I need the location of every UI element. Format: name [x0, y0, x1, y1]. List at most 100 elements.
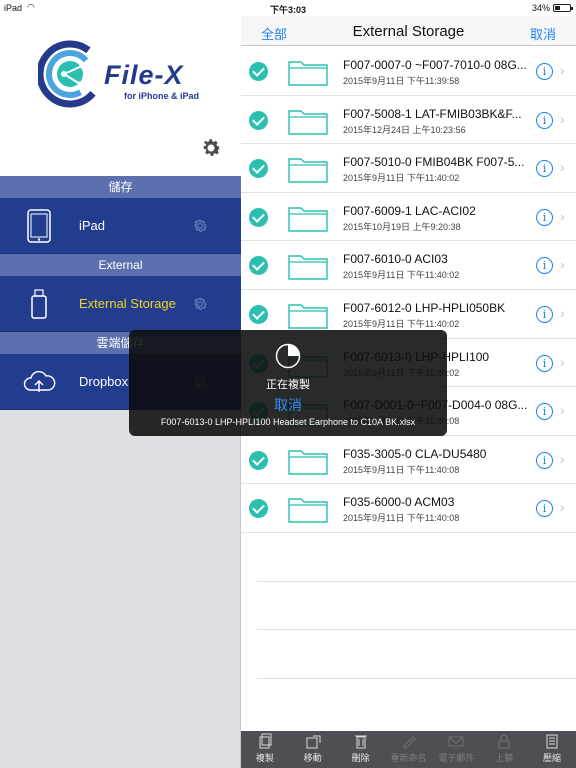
folder-icon [288, 58, 328, 86]
move-icon [306, 735, 321, 749]
empty-row [257, 630, 576, 679]
brand-name: File-X [104, 60, 184, 90]
file-name: F007-5010-0 FMIB04BK F007-5... [343, 155, 525, 170]
section-header-external: External [0, 254, 241, 276]
file-name: F007-6009-1 LAC-ACI02 [343, 203, 476, 218]
mail-icon [448, 736, 464, 747]
chevron-right-icon[interactable]: › [560, 305, 565, 321]
status-bar: iPad ◠ 下午3:03 34% [0, 0, 576, 16]
usb-drive-icon [31, 289, 47, 319]
sidebar-item-label: External Storage [79, 296, 176, 311]
toolbar-label: 電子郵件 [438, 753, 475, 763]
folder-icon [288, 155, 328, 183]
checkmark-icon[interactable] [249, 304, 268, 324]
toolbar-label: 複製 [255, 753, 274, 763]
info-icon[interactable]: i [536, 451, 553, 469]
file-row[interactable]: F035-6000-0 ACM03 2015年9月11日 下午11:40:08 i › [241, 484, 576, 533]
file-name: F007-6010-0 ACI03 [343, 252, 448, 267]
toolbar-label: 移動 [303, 753, 322, 763]
chevron-right-icon[interactable]: › [560, 159, 565, 175]
copy-progress-dialog: 正在複製 取消 F007-6013-0 LHP-HPLI100 Headset … [129, 330, 447, 436]
file-row[interactable]: F035-3005-0 CLA-DU5480 2015年9月11日 下午11:40… [241, 436, 576, 485]
toolbar-label: 上鎖 [495, 753, 514, 763]
info-icon[interactable]: i [536, 403, 553, 421]
file-date: 2015年9月11日 下午11:40:02 [343, 270, 460, 281]
ipad-icon [27, 209, 51, 243]
toolbar-button-rename[interactable]: 重新命名 [389, 733, 429, 764]
navigation-bar: 全部 External Storage 取消 [241, 16, 576, 46]
toolbar-button-lock[interactable]: 上鎖 [484, 733, 524, 764]
toolbar-button-mail[interactable]: 電子郵件 [436, 733, 476, 764]
info-icon[interactable]: i [536, 160, 553, 178]
file-date: 2015年10月19日 上午9:20:38 [343, 221, 461, 232]
file-row[interactable]: F007-6009-1 LAC-ACI02 2015年10月19日 上午9:20:… [241, 193, 576, 242]
toolbar-button-move[interactable]: 移動 [293, 733, 333, 764]
external-settings-gear-icon[interactable] [192, 296, 208, 312]
info-icon[interactable]: i [536, 354, 553, 372]
file-name: F007-0007-0 ~F007-7010-0 08G... [343, 58, 527, 72]
toolbar-button-trash[interactable]: 刪除 [341, 733, 381, 764]
info-icon[interactable]: i [536, 500, 553, 518]
chevron-right-icon[interactable]: › [560, 354, 565, 370]
checkmark-icon[interactable] [249, 499, 268, 519]
checkmark-icon[interactable] [249, 450, 268, 470]
folder-icon [288, 252, 328, 281]
chevron-right-icon[interactable]: › [560, 451, 565, 467]
folder-icon [288, 447, 328, 475]
lock-icon [498, 734, 510, 749]
checkmark-icon[interactable] [249, 159, 268, 179]
info-icon[interactable]: i [536, 63, 553, 80]
toolbar-button-compress[interactable]: 壓縮 [532, 733, 572, 764]
folder-icon [288, 301, 328, 329]
toolbar-button-copy[interactable]: 複製 [245, 733, 285, 764]
compress-icon [546, 734, 558, 749]
info-icon[interactable]: i [536, 257, 553, 275]
folder-icon [288, 495, 328, 524]
file-name: F007-6012-0 LHP-HPLI050BK [343, 300, 506, 315]
file-date: 2015年12月24日 上午10:23:56 [343, 124, 466, 135]
brand-tagline: for iPhone & iPad [124, 91, 200, 101]
file-row[interactable]: F007-0007-0 ~F007-7010-0 08G... 2015年9月11… [241, 47, 576, 96]
page-title: External Storage [352, 23, 465, 40]
chevron-right-icon[interactable]: › [560, 402, 565, 418]
file-date: 2015年9月11日 下午11:40:02 [343, 173, 460, 184]
trash-icon [354, 735, 367, 749]
copying-filename: F007-6013-0 LHP-HPLI100 Headset Earphone… [160, 417, 416, 427]
file-row[interactable]: F007-5010-0 FMIB04BK F007-5... 2015年9月11日… [241, 144, 576, 193]
sidebar-item-ipad[interactable]: iPad [0, 198, 241, 254]
sidebar-item-external-storage[interactable]: External Storage [0, 276, 241, 332]
ipad-settings-gear-icon[interactable] [192, 218, 208, 234]
rename-icon [403, 736, 416, 749]
chevron-right-icon[interactable]: › [560, 62, 565, 78]
progress-pie-icon [275, 343, 301, 369]
chevron-right-icon[interactable]: › [560, 208, 565, 224]
cancel-button[interactable]: 取消 [530, 24, 556, 43]
chevron-right-icon[interactable]: › [560, 256, 565, 272]
file-date: 2015年9月11日 下午11:39:58 [343, 76, 460, 86]
copy-cancel-button[interactable]: 取消 [129, 395, 447, 415]
chevron-right-icon[interactable]: › [560, 111, 565, 127]
folder-icon [288, 107, 328, 135]
chevron-right-icon[interactable]: › [560, 499, 565, 515]
file-date: 2015年9月11日 下午11:40:02 [343, 318, 460, 329]
file-name: F007-5008-1 LAT-FMIB03BK&F... [343, 106, 522, 121]
empty-row [257, 533, 576, 582]
bottom-toolbar: 複製 移動 刪除 重新命名 電子郵件 上鎖 壓縮 [241, 731, 576, 768]
checkmark-icon[interactable] [249, 207, 268, 227]
settings-gear-icon[interactable] [199, 136, 223, 160]
info-icon[interactable]: i [536, 208, 553, 226]
file-row[interactable]: F007-6010-0 ACI03 2015年9月11日 下午11:40:02 i › [241, 241, 576, 290]
info-icon[interactable]: i [536, 305, 553, 323]
battery-icon [553, 4, 573, 12]
info-icon[interactable]: i [536, 111, 553, 129]
file-row[interactable]: F007-5008-1 LAT-FMIB03BK&F... 2015年12月24日… [241, 96, 576, 145]
status-time: 下午3:03 [269, 5, 306, 15]
folder-icon [288, 204, 328, 232]
checkmark-icon[interactable] [249, 256, 268, 276]
checkmark-icon[interactable] [249, 62, 268, 81]
checkmark-icon[interactable] [249, 110, 268, 130]
toolbar-label: 刪除 [351, 753, 370, 763]
empty-row [257, 582, 576, 631]
logo-area: File-X for iPhone & iPad [0, 0, 241, 176]
section-header-storage: 儲存 [0, 176, 241, 198]
